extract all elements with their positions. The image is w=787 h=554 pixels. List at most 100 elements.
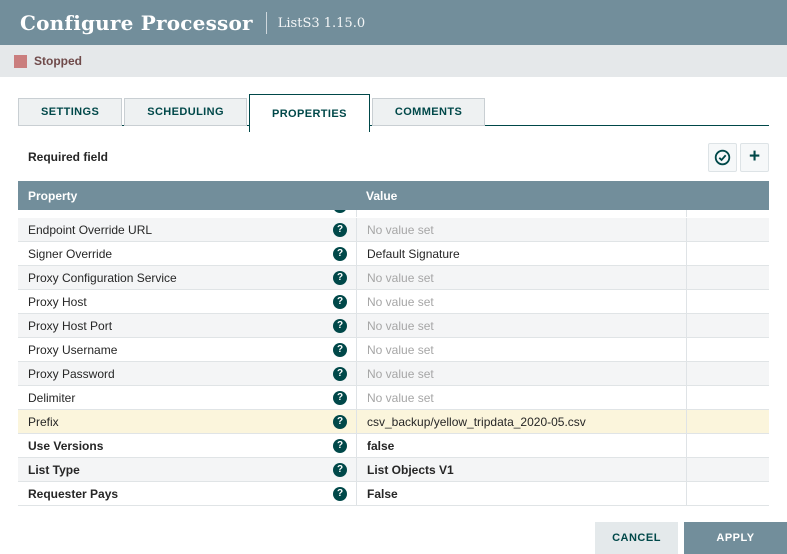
cancel-button[interactable]: CANCEL — [595, 522, 678, 554]
property-row: Use Versions? false — [18, 434, 769, 458]
row-spacer-cell — [687, 362, 769, 385]
property-value-cell[interactable]: No value set — [357, 338, 687, 361]
help-icon[interactable]: ? — [333, 391, 347, 405]
help-icon[interactable]: ? — [333, 487, 347, 501]
row-spacer-cell — [687, 338, 769, 361]
property-value: No value set — [367, 295, 434, 309]
property-name: Prefix — [28, 415, 59, 429]
property-name: Proxy Configuration Service — [28, 271, 177, 285]
property-name: Delimiter — [28, 391, 75, 405]
property-value-cell[interactable]: No value set — [357, 386, 687, 409]
property-value-cell[interactable]: false — [357, 434, 687, 457]
row-spacer-cell — [687, 386, 769, 409]
property-value-cell[interactable]: No value set — [357, 210, 687, 217]
property-name: Proxy Username — [28, 343, 117, 357]
table-header: Property Value — [18, 181, 769, 210]
properties-table-body[interactable]: SSL Context Service?No value setEndpoint… — [18, 210, 769, 506]
property-row: Proxy Host? No value set — [18, 290, 769, 314]
property-row: Proxy Host Port? No value set — [18, 314, 769, 338]
apply-button[interactable]: APPLY — [684, 522, 787, 554]
tab-comments[interactable]: COMMENTS — [372, 98, 485, 126]
properties-table: Property Value SSL Context Service? No va… — [18, 181, 769, 506]
help-icon[interactable]: ? — [333, 415, 347, 429]
property-value: No value set — [367, 210, 434, 213]
row-spacer-cell — [687, 218, 769, 241]
property-value: False — [367, 487, 398, 501]
status-bar: Stopped — [0, 45, 787, 77]
row-spacer-cell — [687, 458, 769, 481]
help-icon[interactable]: ? — [333, 210, 347, 213]
row-spacer-cell — [687, 242, 769, 265]
property-value: No value set — [367, 391, 434, 405]
property-value: No value set — [367, 223, 434, 237]
property-name: Proxy Password — [28, 367, 115, 381]
property-row: SSL Context Service? No value set — [18, 210, 769, 218]
column-header-value: Value — [357, 189, 687, 203]
property-value-cell[interactable]: No value set — [357, 362, 687, 385]
property-name: Signer Override — [28, 247, 112, 261]
property-value-cell[interactable]: False — [357, 482, 687, 505]
property-row: Proxy Username? No value set — [18, 338, 769, 362]
property-value: No value set — [367, 343, 434, 357]
property-name: SSL Context Service — [28, 210, 138, 213]
property-row: Proxy Password? No value set — [18, 362, 769, 386]
property-name: Proxy Host Port — [28, 319, 112, 333]
help-icon[interactable]: ? — [333, 439, 347, 453]
property-value-cell[interactable]: No value set — [357, 314, 687, 337]
status-label: Stopped — [34, 54, 82, 68]
property-row: Proxy Configuration Service? No value set — [18, 266, 769, 290]
property-name: List Type — [28, 463, 80, 477]
help-icon[interactable]: ? — [333, 223, 347, 237]
row-spacer-cell — [687, 410, 769, 433]
new-property-button[interactable]: + — [740, 143, 769, 172]
help-icon[interactable]: ? — [333, 319, 347, 333]
property-value: No value set — [367, 271, 434, 285]
properties-toolbar: Required field + — [18, 142, 769, 172]
plus-icon: + — [749, 147, 760, 168]
property-value-cell[interactable]: Default Signature — [357, 242, 687, 265]
processor-name-version: ListS3 1.15.0 — [278, 14, 365, 31]
tab-scheduling[interactable]: SCHEDULING — [124, 98, 247, 126]
property-value-cell[interactable]: No value set — [357, 290, 687, 313]
property-row: Endpoint Override URL? No value set — [18, 218, 769, 242]
help-icon[interactable]: ? — [333, 247, 347, 261]
property-row: Delimiter? No value set — [18, 386, 769, 410]
property-value: No value set — [367, 319, 434, 333]
property-row: Signer Override? Default Signature — [18, 242, 769, 266]
help-icon[interactable]: ? — [333, 271, 347, 285]
check-circle-icon — [714, 149, 731, 166]
property-row: Prefix? csv_backup/yellow_tripdata_2020-0… — [18, 410, 769, 434]
help-icon[interactable]: ? — [333, 463, 347, 477]
property-value: List Objects V1 — [367, 463, 454, 477]
property-row: List Type? List Objects V1 — [18, 458, 769, 482]
row-spacer-cell — [687, 290, 769, 313]
verify-properties-button[interactable] — [708, 143, 737, 172]
help-icon[interactable]: ? — [333, 367, 347, 381]
help-icon[interactable]: ? — [333, 343, 347, 357]
help-icon[interactable]: ? — [333, 295, 347, 309]
dialog-content: SETTINGSSCHEDULINGPROPERTIESCOMMENTS Req… — [0, 77, 787, 506]
row-spacer-cell — [687, 210, 769, 217]
title-divider — [266, 12, 267, 34]
tab-settings[interactable]: SETTINGS — [18, 98, 122, 126]
property-name: Proxy Host — [28, 295, 87, 309]
configure-processor-dialog: Configure Processor ListS3 1.15.0 Stoppe… — [0, 0, 787, 554]
property-value-cell[interactable]: csv_backup/yellow_tripdata_2020-05.csv — [357, 410, 687, 433]
property-value-cell[interactable]: No value set — [357, 266, 687, 289]
property-value: false — [367, 439, 394, 453]
row-spacer-cell — [687, 314, 769, 337]
property-row: Requester Pays? False — [18, 482, 769, 506]
property-value: csv_backup/yellow_tripdata_2020-05.csv — [367, 415, 586, 429]
tab-properties[interactable]: PROPERTIES — [249, 94, 370, 132]
toolbar-buttons: + — [708, 143, 769, 172]
dialog-footer: CANCEL APPLY — [595, 522, 787, 554]
property-name: Requester Pays — [28, 487, 118, 501]
property-name: Use Versions — [28, 439, 103, 453]
required-field-label: Required field — [18, 150, 108, 164]
property-value-cell[interactable]: No value set — [357, 218, 687, 241]
property-value-cell[interactable]: List Objects V1 — [357, 458, 687, 481]
property-name: Endpoint Override URL — [28, 223, 152, 237]
dialog-title: Configure Processor — [20, 11, 253, 35]
column-header-property: Property — [18, 189, 357, 203]
property-value: Default Signature — [367, 247, 460, 261]
